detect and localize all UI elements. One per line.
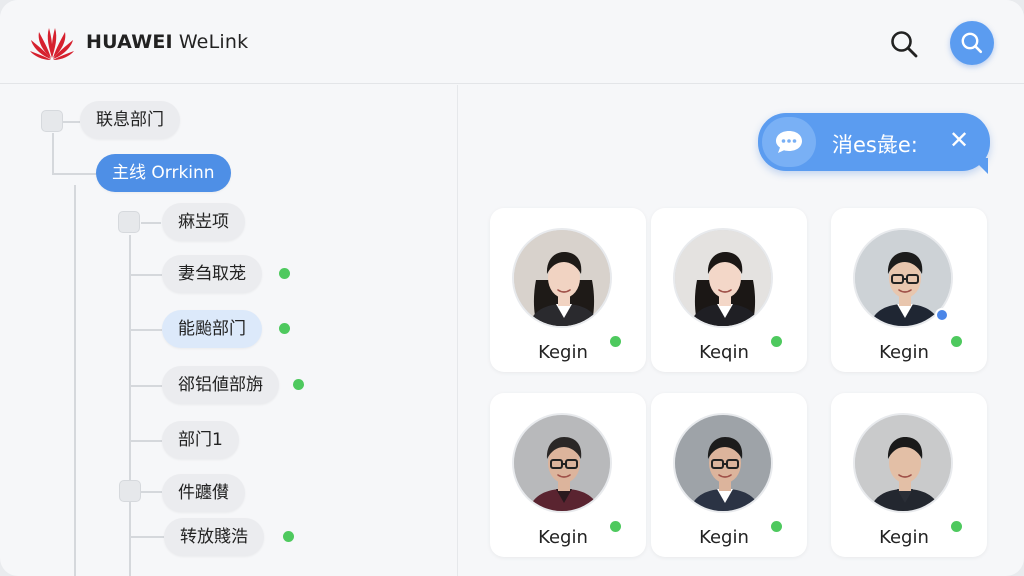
header: HUAWEI WeLink	[0, 0, 1024, 84]
tree-connector	[129, 329, 162, 331]
search-icon	[891, 31, 918, 58]
tree-checkbox[interactable]	[118, 211, 140, 233]
global-search-button[interactable]	[950, 21, 994, 65]
online-status-dot	[771, 336, 782, 347]
tree-connector	[129, 440, 162, 442]
huawei-logo-icon	[30, 28, 74, 60]
avatar	[512, 413, 612, 513]
tree-connector	[52, 133, 54, 175]
close-icon[interactable]: ✕	[944, 126, 974, 154]
online-status-dot	[951, 521, 962, 532]
brand-name: HUAWEI	[86, 31, 173, 53]
avatar	[512, 228, 612, 328]
tree-item[interactable]: 妻刍取茏	[162, 255, 262, 293]
avatar	[853, 413, 953, 513]
avatar	[673, 413, 773, 513]
online-status-dot	[951, 336, 962, 347]
tree-connector	[141, 222, 161, 224]
online-status-dot	[279, 323, 290, 334]
tree-connector	[129, 385, 162, 387]
search-button[interactable]	[884, 24, 924, 64]
search-icon	[961, 32, 983, 54]
department-tree: 联息部门 主线 Orrkinn 痳岦项 妻刍取茏 能颱部门 郤铝値部旃 部门1 …	[0, 85, 458, 576]
tree-connector	[62, 121, 80, 123]
chat-bubble-icon	[762, 117, 816, 167]
contact-card[interactable]: Kegin	[831, 393, 987, 557]
online-status-dot	[279, 268, 290, 279]
message-text: 消es彘e:	[832, 133, 918, 157]
message-tail	[972, 158, 988, 174]
online-status-dot	[771, 521, 782, 532]
contact-card[interactable]: Kegin	[651, 393, 807, 557]
online-status-dot	[610, 336, 621, 347]
contact-card[interactable]: Kegin	[831, 208, 987, 372]
tree-item-root[interactable]: 联息部门	[80, 101, 180, 139]
online-status-dot	[293, 379, 304, 390]
brand-title: HUAWEI WeLink	[86, 31, 248, 53]
tree-connector	[129, 536, 164, 538]
contact-card[interactable]: Kegin	[490, 208, 646, 372]
tree-item[interactable]: 能颱部门	[162, 310, 262, 348]
avatar	[673, 228, 773, 328]
presence-badge	[935, 308, 949, 322]
contact-card[interactable]: Kegin	[490, 393, 646, 557]
app-window: HUAWEI WeLink 联息部门 主线 Orrkinn 痳岦项 妻刍取茏 能…	[0, 0, 1024, 576]
tree-connector	[129, 235, 131, 576]
message-notification[interactable]: 消es彘e: ✕	[758, 113, 990, 171]
tree-item[interactable]: 件躔儧	[162, 474, 245, 512]
contact-card[interactable]: Keqin	[651, 208, 807, 372]
tree-connector	[129, 274, 162, 276]
online-status-dot	[610, 521, 621, 532]
app-name: WeLink	[178, 31, 249, 53]
tree-connector	[52, 173, 98, 175]
tree-item[interactable]: 转放賤浩	[164, 518, 264, 556]
tree-item[interactable]: 痳岦项	[162, 203, 245, 241]
tree-item[interactable]: 郤铝値部旃	[162, 366, 279, 404]
tree-connector	[74, 185, 76, 576]
tree-checkbox[interactable]	[119, 480, 141, 502]
online-status-dot	[283, 531, 294, 542]
tree-item-selected[interactable]: 主线 Orrkinn	[96, 154, 231, 192]
tree-checkbox[interactable]	[41, 110, 63, 132]
tree-item[interactable]: 部门1	[162, 421, 239, 459]
